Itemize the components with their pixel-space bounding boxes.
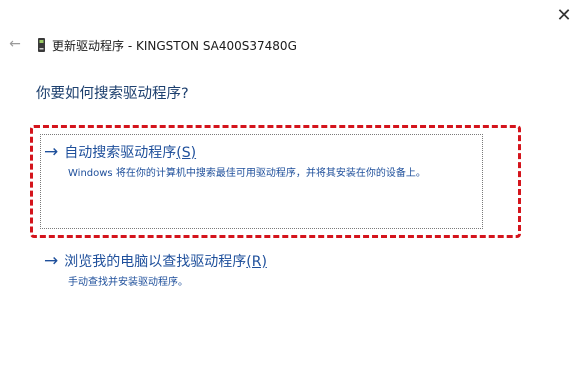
arrow-right-icon: → bbox=[44, 142, 59, 162]
back-arrow-icon: ← bbox=[9, 36, 21, 52]
auto-search-option[interactable]: → 自动搜索驱动程序(S) Windows 将在你的计算机中搜索最佳可用驱动程序… bbox=[44, 142, 426, 179]
close-button[interactable]: ✕ bbox=[551, 4, 577, 26]
auto-search-description: Windows 将在你的计算机中搜索最佳可用驱动程序，并将其安装在你的设备上。 bbox=[68, 168, 426, 179]
arrow-right-icon: → bbox=[44, 251, 59, 271]
browse-computer-description: 手动查找并安装驱动程序。 bbox=[68, 277, 188, 288]
window-title: 更新驱动程序 - KINGSTON SA400S37480G bbox=[52, 38, 297, 53]
close-icon: ✕ bbox=[556, 4, 572, 26]
back-button[interactable]: ← bbox=[6, 34, 24, 54]
browse-computer-label: 浏览我的电脑以查找驱动程序(R) bbox=[64, 254, 267, 270]
drive-icon bbox=[38, 38, 45, 52]
auto-search-label: 自动搜索驱动程序(S) bbox=[64, 145, 197, 161]
page-question: 你要如何搜索驱动程序? bbox=[36, 86, 189, 102]
window-title-bar: 更新驱动程序 - KINGSTON SA400S37480G bbox=[37, 36, 297, 54]
browse-computer-option[interactable]: → 浏览我的电脑以查找驱动程序(R) 手动查找并安装驱动程序。 bbox=[44, 251, 267, 288]
